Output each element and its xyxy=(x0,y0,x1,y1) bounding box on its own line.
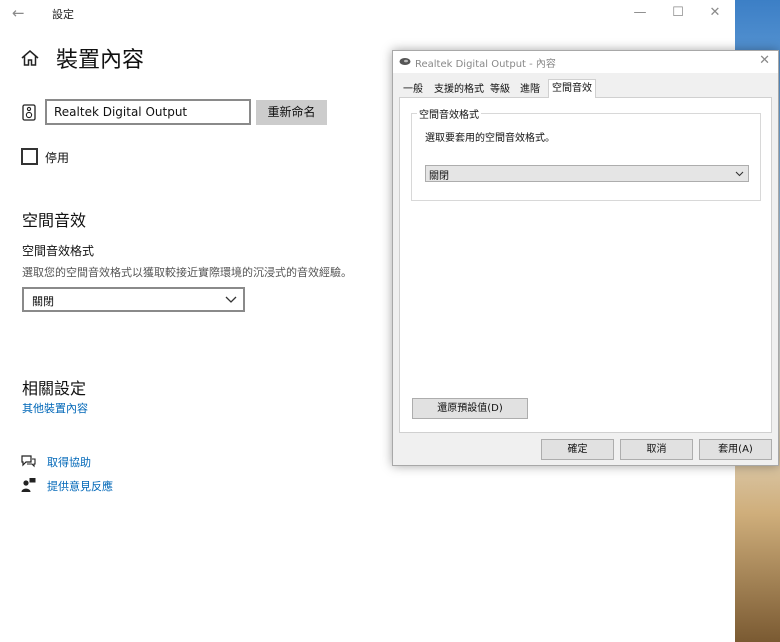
disable-label: 停用 xyxy=(45,151,70,165)
spatial-format-value: 關閉 xyxy=(32,295,54,308)
speaker-icon xyxy=(22,104,36,121)
get-help-row[interactable]: 取得協助 xyxy=(20,453,220,471)
ok-button[interactable]: 確定 xyxy=(541,439,614,460)
page-title: 裝置內容 xyxy=(56,48,145,73)
device-name-input[interactable] xyxy=(45,99,251,125)
chat-help-icon xyxy=(21,455,36,468)
group-title: 空間音效格式 xyxy=(417,106,481,121)
apply-button[interactable]: 套用(A) xyxy=(699,439,772,460)
properties-dialog: Realtek Digital Output - 內容 ✕ 一般 支援的格式 等… xyxy=(392,50,779,466)
back-arrow-icon[interactable]: ← xyxy=(12,4,25,22)
restore-defaults-button[interactable]: 還原預設值(D) xyxy=(412,398,528,419)
maximize-icon[interactable]: ☐ xyxy=(668,5,688,20)
dialog-format-select[interactable]: 關閉 xyxy=(425,165,749,182)
tab-general[interactable]: 一般 xyxy=(400,81,426,98)
tab-advanced[interactable]: 進階 xyxy=(517,81,543,98)
group-description: 選取要套用的空間音效格式。 xyxy=(425,133,555,144)
spatial-format-description: 選取您的空間音效格式以獲取較接近實際環境的沉浸式的音效經驗。 xyxy=(22,266,352,279)
disable-checkbox[interactable] xyxy=(21,148,38,165)
spatial-sound-heading: 空間音效 xyxy=(22,211,87,230)
tab-supported-formats[interactable]: 支援的格式 xyxy=(431,81,487,98)
minimize-icon[interactable]: — xyxy=(630,5,650,20)
tab-levels[interactable]: 等級 xyxy=(487,81,513,98)
dialog-format-value: 關閉 xyxy=(429,171,449,182)
speaker-device-icon xyxy=(399,58,411,65)
close-icon[interactable]: ✕ xyxy=(705,5,725,20)
chevron-down-icon xyxy=(735,171,744,177)
other-device-properties-link[interactable]: 其他裝置內容 xyxy=(22,400,88,416)
rename-button[interactable]: 重新命名 xyxy=(256,100,327,125)
dialog-titlebar: Realtek Digital Output - 內容 ✕ xyxy=(393,51,778,73)
feedback-row[interactable]: 提供意見反應 xyxy=(20,477,220,495)
dialog-close-icon[interactable]: ✕ xyxy=(759,53,770,68)
chevron-down-icon xyxy=(225,296,237,303)
feedback-person-icon xyxy=(21,478,36,492)
related-settings-heading: 相關設定 xyxy=(22,379,87,398)
dialog-title: Realtek Digital Output - 內容 xyxy=(415,59,556,70)
home-icon[interactable] xyxy=(20,48,40,68)
settings-titlebar: ← 設定 — ☐ ✕ xyxy=(0,0,735,27)
spatial-format-label: 空間音效格式 xyxy=(22,244,95,258)
get-help-link[interactable]: 取得協助 xyxy=(47,454,91,470)
spatial-format-select[interactable]: 關閉 xyxy=(22,287,245,312)
tab-spatial-sound[interactable]: 空間音效 xyxy=(548,79,596,98)
cancel-button[interactable]: 取消 xyxy=(620,439,693,460)
tab-panel: 空間音效格式 選取要套用的空間音效格式。 關閉 還原預設值(D) xyxy=(399,97,772,433)
feedback-link[interactable]: 提供意見反應 xyxy=(47,478,113,494)
spatial-format-group: 空間音效格式 選取要套用的空間音效格式。 關閉 xyxy=(411,106,761,201)
app-title: 設定 xyxy=(52,8,74,21)
